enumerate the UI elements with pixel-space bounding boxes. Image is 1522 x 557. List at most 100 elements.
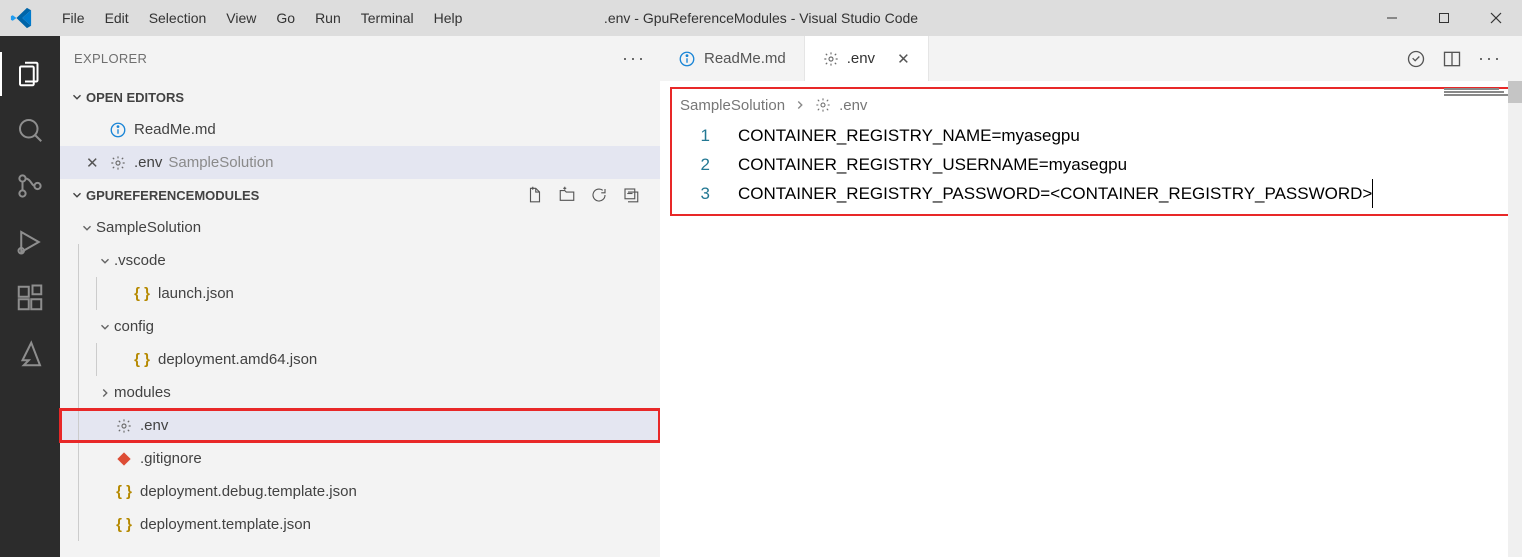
editor-tabs: ReadMe.md .env ✕ ··· <box>660 36 1522 81</box>
open-editor-item[interactable]: ReadMe.md <box>60 113 660 146</box>
close-icon[interactable]: ✕ <box>897 50 910 68</box>
menu-go[interactable]: Go <box>266 0 305 36</box>
tab-label: ReadMe.md <box>704 50 786 67</box>
activity-run-debug[interactable] <box>0 214 60 270</box>
open-editor-detail: SampleSolution <box>168 154 273 171</box>
code-line[interactable]: 3CONTAINER_REGISTRY_PASSWORD=<CONTAINER_… <box>680 179 1502 208</box>
tree-file[interactable]: { }deployment.amd64.json <box>60 343 660 376</box>
chevron-right-icon <box>96 386 114 400</box>
tree-file[interactable]: { }deployment.debug.template.json <box>60 475 660 508</box>
tree-folder[interactable]: .vscode <box>60 244 660 277</box>
gear-icon <box>114 418 134 434</box>
tree-label: config <box>114 318 154 335</box>
menu-view[interactable]: View <box>216 0 266 36</box>
maximize-button[interactable] <box>1418 0 1470 36</box>
refresh-icon[interactable] <box>590 186 608 204</box>
chevron-down-icon <box>96 254 114 268</box>
tree-label: deployment.amd64.json <box>158 351 317 368</box>
open-editors-label: OPEN EDITORS <box>86 90 184 105</box>
code-line[interactable]: 2CONTAINER_REGISTRY_USERNAME=myasegpu <box>680 150 1502 179</box>
activity-azure[interactable] <box>0 326 60 382</box>
menu-bar: FileEditSelectionViewGoRunTerminalHelp <box>52 0 472 36</box>
window-controls <box>1366 0 1522 36</box>
gear-icon <box>108 155 128 171</box>
close-icon[interactable]: ✕ <box>86 154 108 172</box>
editor-scrollbar[interactable] <box>1508 81 1522 557</box>
tree-file[interactable]: .gitignore <box>60 442 660 475</box>
window-title: .env - GpuReferenceModules - Visual Stud… <box>604 10 918 26</box>
info-icon <box>108 121 128 139</box>
workspace-section[interactable]: GPUREFERENCEMODULES <box>60 179 660 211</box>
run-icon[interactable] <box>1406 49 1426 69</box>
explorer-header: EXPLORER ··· <box>60 36 660 81</box>
tree-file[interactable]: { } launch.json <box>60 277 660 310</box>
tree-folder[interactable]: modules <box>60 376 660 409</box>
code-text: CONTAINER_REGISTRY_NAME=myasegpu <box>738 121 1080 150</box>
editor-tab[interactable]: ReadMe.md <box>660 36 805 81</box>
git-icon <box>114 451 134 467</box>
editor-tab[interactable]: .env ✕ <box>805 36 929 81</box>
menu-selection[interactable]: Selection <box>139 0 217 36</box>
code-line[interactable]: 1CONTAINER_REGISTRY_NAME=myasegpu <box>680 121 1502 150</box>
chevron-right-icon <box>793 98 807 112</box>
menu-help[interactable]: Help <box>424 0 473 36</box>
menu-terminal[interactable]: Terminal <box>351 0 424 36</box>
menu-run[interactable]: Run <box>305 0 351 36</box>
chevron-down-icon <box>68 188 86 202</box>
tree-label: .vscode <box>114 252 166 269</box>
code-text: CONTAINER_REGISTRY_PASSWORD=<CONTAINER_R… <box>738 179 1373 208</box>
gear-icon <box>823 51 839 67</box>
breadcrumb-folder[interactable]: SampleSolution <box>680 97 785 114</box>
minimize-button[interactable] <box>1366 0 1418 36</box>
open-editor-name: .env <box>134 154 162 171</box>
chevron-down-icon <box>68 90 86 104</box>
tree-label: deployment.template.json <box>140 516 311 533</box>
split-editor-icon[interactable] <box>1442 49 1462 69</box>
json-icon: { } <box>114 516 134 533</box>
line-number: 3 <box>680 179 738 208</box>
activity-search[interactable] <box>0 102 60 158</box>
close-button[interactable] <box>1470 0 1522 36</box>
explorer-sidebar: EXPLORER ··· OPEN EDITORS ReadMe.md ✕ .env… <box>60 36 660 557</box>
title-bar: FileEditSelectionViewGoRunTerminalHelp .… <box>0 0 1522 36</box>
open-editor-name: ReadMe.md <box>134 121 216 138</box>
activity-explorer[interactable] <box>0 46 60 102</box>
explorer-more-icon[interactable]: ··· <box>622 48 646 69</box>
new-file-icon[interactable] <box>526 186 544 204</box>
collapse-all-icon[interactable] <box>622 186 640 204</box>
line-number: 1 <box>680 121 738 150</box>
menu-edit[interactable]: Edit <box>95 0 139 36</box>
chevron-down-icon <box>96 320 114 334</box>
open-editors-section[interactable]: OPEN EDITORS <box>60 81 660 113</box>
explorer-title: EXPLORER <box>74 51 622 66</box>
new-folder-icon[interactable] <box>558 186 576 204</box>
tree-label: modules <box>114 384 171 401</box>
menu-file[interactable]: File <box>52 0 95 36</box>
tree-label: .gitignore <box>140 450 202 467</box>
json-icon: { } <box>132 285 152 302</box>
breadcrumb-file[interactable]: .env <box>839 97 867 114</box>
code-editor[interactable]: 1CONTAINER_REGISTRY_NAME=myasegpu2CONTAI… <box>680 119 1502 208</box>
tree-label: .env <box>140 417 168 434</box>
chevron-down-icon <box>78 221 96 235</box>
tree-label: launch.json <box>158 285 234 302</box>
tree-label: SampleSolution <box>96 219 201 236</box>
tree-folder[interactable]: config <box>60 310 660 343</box>
activity-extensions[interactable] <box>0 270 60 326</box>
tree-file[interactable]: .env <box>60 409 660 442</box>
editor-highlight-box: SampleSolution .env 1CONTAINER_REGISTRY_… <box>670 87 1512 216</box>
activity-source-control[interactable] <box>0 158 60 214</box>
tree-file[interactable]: { } deployment.template.json <box>60 508 660 541</box>
tree-folder[interactable]: SampleSolution <box>60 211 660 244</box>
gear-icon <box>815 97 831 113</box>
vscode-logo-icon <box>10 7 32 29</box>
minimap[interactable] <box>1444 88 1508 168</box>
line-number: 2 <box>680 150 738 179</box>
breadcrumb[interactable]: SampleSolution .env <box>680 91 1502 119</box>
editor-area: ReadMe.md .env ✕ ··· SampleSolution .env 1… <box>660 36 1522 557</box>
open-editor-item[interactable]: ✕ .env SampleSolution <box>60 146 660 179</box>
info-icon <box>678 50 696 68</box>
code-text: CONTAINER_REGISTRY_USERNAME=myasegpu <box>738 150 1127 179</box>
tab-label: .env <box>847 50 875 67</box>
editor-more-icon[interactable]: ··· <box>1478 48 1502 69</box>
